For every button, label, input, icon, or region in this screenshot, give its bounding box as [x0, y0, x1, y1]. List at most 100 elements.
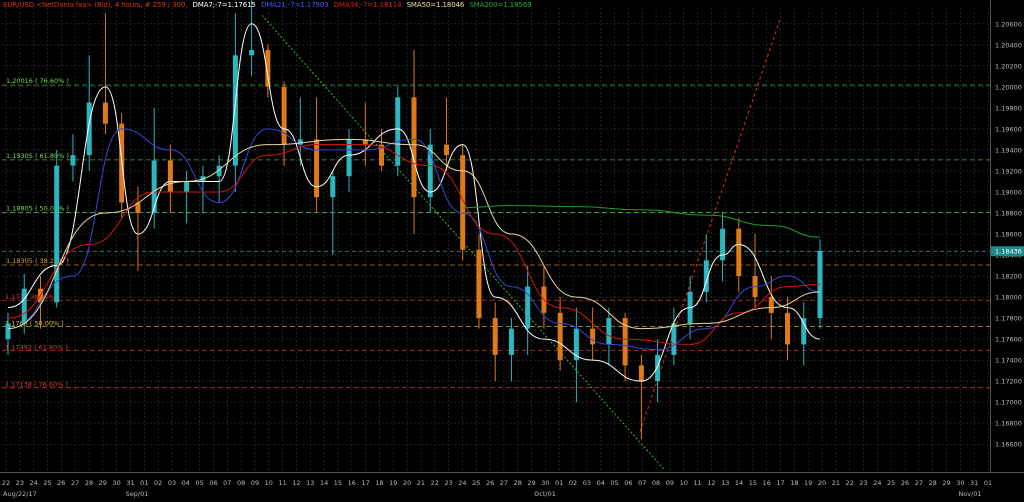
bear-candle[interactable] — [557, 312, 563, 361]
day-tick-label: 28 — [85, 479, 93, 487]
day-tick-label: 06 — [209, 479, 217, 487]
price-tick-label: 1.20000 — [995, 83, 1022, 91]
bear-candle[interactable] — [736, 228, 742, 277]
bull-candle[interactable] — [184, 181, 190, 192]
bear-candle[interactable] — [476, 249, 482, 319]
day-tick-label: 21 — [417, 479, 425, 487]
price-chart[interactable]: 1.20016 ( 76.60% ) 1.19305 ( 61.80% ) 1.18… — [0, 0, 1024, 502]
day-tick-label: 13 — [721, 479, 729, 487]
day-tick-label: 21 — [832, 479, 840, 487]
dma7-legend: DMA7;-7=1.17615 — [192, 1, 256, 9]
day-tick-label: 28 — [514, 479, 522, 487]
day-tick-label: 12 — [707, 479, 715, 487]
day-tick-label: 16 — [763, 479, 771, 487]
day-tick-label: 28 — [929, 479, 937, 487]
bear-candle[interactable] — [265, 50, 271, 87]
bear-candle[interactable] — [768, 297, 774, 313]
day-tick-label: 25 — [43, 479, 51, 487]
day-tick-label: 17 — [361, 479, 369, 487]
day-tick-label: 18 — [790, 479, 798, 487]
price-tick-label: 1.17600 — [995, 336, 1022, 344]
day-tick-label: 04 — [182, 479, 190, 487]
price-tick-label: 1.17200 — [995, 378, 1022, 386]
bull-candle[interactable] — [70, 155, 76, 166]
day-tick-label: 31 — [970, 479, 978, 487]
day-tick-label: 20 — [403, 479, 411, 487]
chart-header: EUR/USD <NetDania fxa> (Bid), 4 hours, #… — [3, 1, 534, 9]
day-tick-label: 05 — [610, 479, 618, 487]
bull-candle[interactable] — [86, 102, 92, 156]
bull-candle[interactable] — [671, 323, 677, 355]
fib-level-label: 1.177 ( 38.20% ) — [5, 293, 60, 301]
price-tick-label: 1.17800 — [995, 315, 1022, 323]
day-tick-label: 04 — [597, 479, 605, 487]
price-tick-label: 1.18800 — [995, 209, 1022, 217]
bull-candle[interactable] — [21, 288, 27, 324]
day-tick-label: 10 — [680, 479, 688, 487]
bear-candle[interactable] — [492, 318, 498, 355]
day-tick-label: 29 — [942, 479, 950, 487]
fib-level-label: 1.19305 ( 61.80% ) — [6, 152, 69, 160]
day-tick-label: 22 — [846, 479, 854, 487]
bull-candle[interactable] — [606, 318, 612, 345]
price-tick-label: 1.16800 — [995, 420, 1022, 428]
day-tick-label: 15 — [334, 479, 342, 487]
day-tick-label: 27 — [71, 479, 79, 487]
price-tick-label: 1.18200 — [995, 273, 1022, 281]
day-tick-label: 19 — [804, 479, 812, 487]
day-tick-label: 25 — [472, 479, 480, 487]
bear-candle[interactable] — [102, 102, 108, 124]
day-tick-label: 31 — [126, 479, 134, 487]
bull-candle[interactable] — [801, 318, 807, 345]
bear-candle[interactable] — [167, 160, 173, 192]
bear-candle[interactable] — [314, 139, 320, 198]
bull-candle[interactable] — [427, 144, 433, 198]
bull-candle[interactable] — [232, 55, 238, 166]
day-tick-label: 07 — [638, 479, 646, 487]
bear-candle[interactable] — [590, 328, 596, 345]
day-tick-label: 25 — [887, 479, 895, 487]
bull-candle[interactable] — [151, 160, 157, 213]
day-tick-label: 10 — [265, 479, 273, 487]
price-tick-label: 1.18000 — [995, 294, 1022, 302]
bear-candle[interactable] — [638, 365, 644, 382]
fib-level-label: 1.1768 ( 50.00% ) — [5, 320, 64, 328]
day-tick-label: 24 — [30, 479, 38, 487]
day-tick-label: 29 — [99, 479, 107, 487]
day-tick-label: 06 — [624, 479, 632, 487]
day-tick-label: 26 — [901, 479, 909, 487]
bear-candle[interactable] — [411, 97, 417, 198]
bear-candle[interactable] — [443, 144, 449, 156]
bear-candle[interactable] — [785, 312, 791, 345]
month-tick-label: Sep/01 — [126, 490, 149, 498]
day-tick-label: 07 — [223, 479, 231, 487]
fib-level-label: 1.17492 ( 61.80% ) — [5, 343, 68, 351]
last-price-label: 1.18436 — [995, 248, 1022, 256]
bull-candle[interactable] — [655, 354, 661, 382]
price-tick-label: 1.20400 — [995, 41, 1022, 49]
day-tick-label: 16 — [348, 479, 356, 487]
day-tick-label: 22 — [2, 479, 10, 487]
day-tick-label: 14 — [735, 479, 743, 487]
day-tick-label: 03 — [583, 479, 591, 487]
bear-candle[interactable] — [281, 86, 287, 145]
price-tick-label: 1.17400 — [995, 357, 1022, 365]
day-tick-label: 01 — [555, 479, 563, 487]
day-tick-label: 27 — [915, 479, 923, 487]
day-tick-label: 11 — [693, 479, 701, 487]
bull-candle[interactable] — [508, 328, 514, 355]
dma34-legend: DMA34;-7=1.18114 — [333, 1, 402, 9]
fib-level-label: 1.17138 ( 76.60% ) — [5, 381, 68, 389]
day-tick-label: 05 — [195, 479, 203, 487]
day-tick-label: 30 — [956, 479, 964, 487]
bull-candle[interactable] — [330, 176, 336, 198]
day-tick-label: 14 — [320, 479, 328, 487]
day-tick-label: 30 — [113, 479, 121, 487]
day-tick-label: 26 — [486, 479, 494, 487]
fib-level-label: 1.18805 ( 50.00% ) — [6, 204, 69, 212]
day-tick-label: 08 — [237, 479, 245, 487]
day-tick-label: 19 — [389, 479, 397, 487]
sma50-legend: SMA50=1.18046 — [406, 1, 465, 9]
bull-candle[interactable] — [249, 50, 255, 56]
bull-candle[interactable] — [5, 323, 11, 340]
